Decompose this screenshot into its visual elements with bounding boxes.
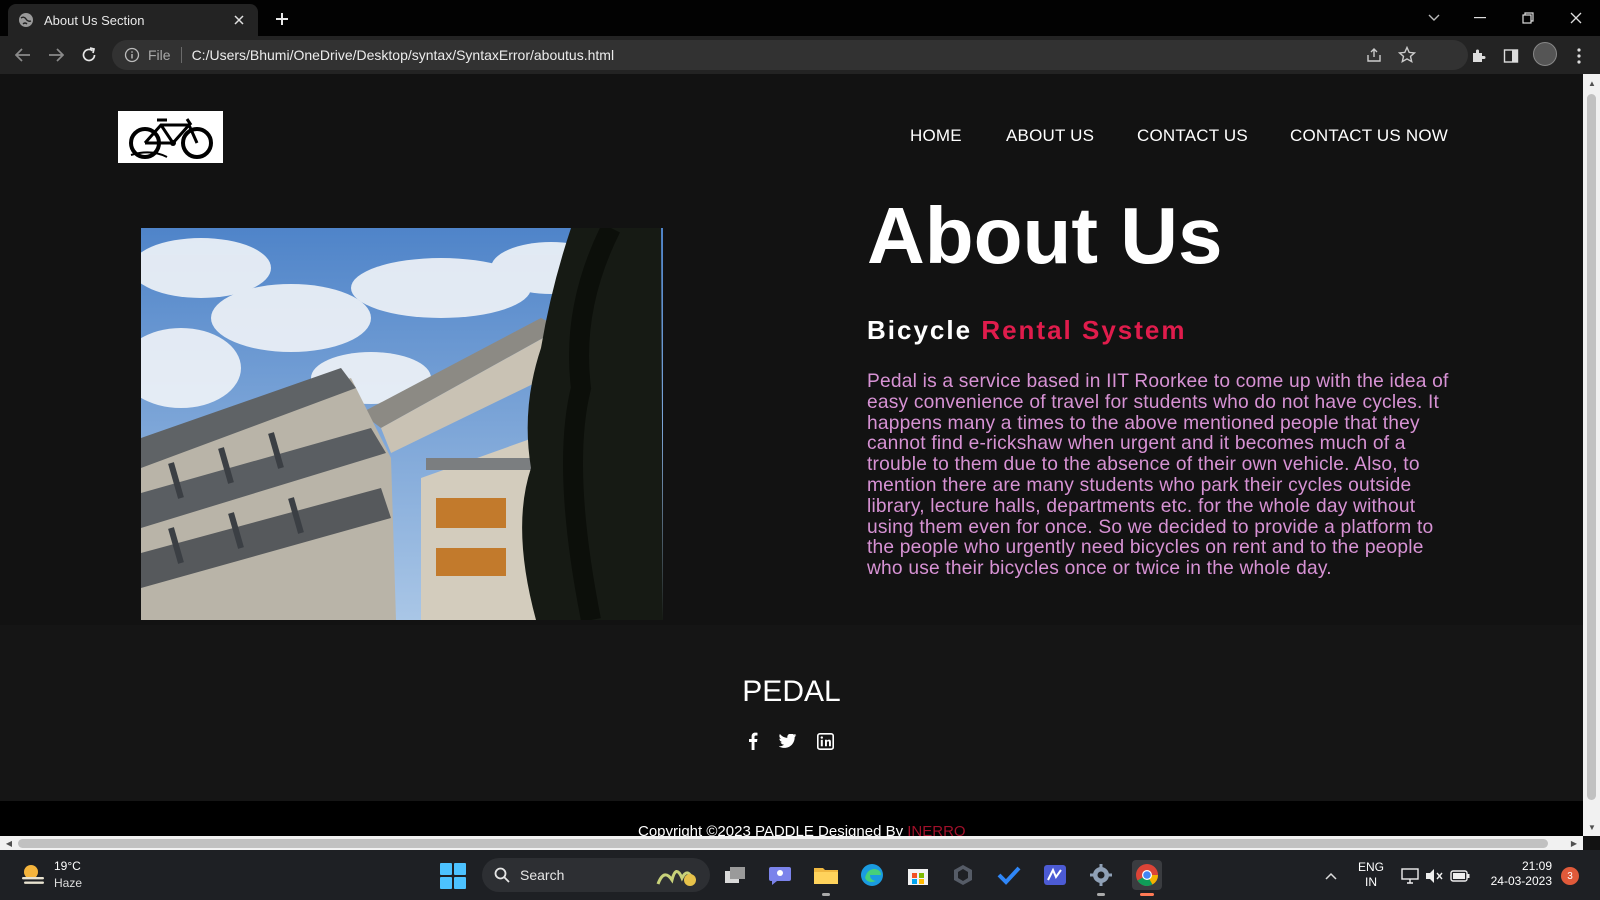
subtitle-rental-system: Rental System <box>981 315 1187 345</box>
weather-temperature[interactable]: 19°C <box>54 859 81 873</box>
minimize-button[interactable] <box>1460 4 1500 32</box>
active-indicator <box>1140 893 1154 896</box>
tab-search-chevron-icon[interactable] <box>1414 4 1454 32</box>
github-desktop-icon[interactable] <box>948 860 978 890</box>
windows-start-icon[interactable] <box>440 863 466 889</box>
twitter-icon[interactable] <box>777 730 799 752</box>
forward-button[interactable] <box>42 41 70 69</box>
tab-title: About Us Section <box>44 12 145 28</box>
scroll-down-arrow-icon[interactable]: ▼ <box>1585 820 1599 834</box>
share-icon[interactable] <box>1364 45 1384 65</box>
address-bar[interactable]: File C:/Users/Bhumi/OneDrive/Desktop/syn… <box>112 40 1468 70</box>
horizontal-scroll-thumb[interactable] <box>18 839 1548 848</box>
page-viewport: HOME ABOUT US CONTACT US CONTACT US NOW <box>0 74 1583 836</box>
facebook-icon[interactable] <box>742 730 764 752</box>
close-window-button[interactable] <box>1556 4 1596 32</box>
taskbar-clock[interactable]: 21:09 24-03-2023 <box>1482 859 1552 889</box>
globe-icon <box>18 12 34 28</box>
scroll-up-arrow-icon[interactable]: ▲ <box>1585 76 1599 90</box>
bicycle-logo-icon <box>128 118 213 159</box>
input-language[interactable]: ENG IN <box>1358 860 1384 890</box>
nav-about-us[interactable]: ABOUT US <box>1006 126 1094 146</box>
teams-chat-icon[interactable] <box>765 860 795 890</box>
side-panel-icon[interactable] <box>1500 45 1522 67</box>
url-text[interactable]: C:/Users/Bhumi/OneDrive/Desktop/syntax/S… <box>192 47 615 63</box>
clock-date: 24-03-2023 <box>1490 874 1552 888</box>
microsoft-store-icon[interactable] <box>903 860 933 890</box>
vertical-scroll-thumb[interactable] <box>1587 94 1596 800</box>
about-description: Pedal is a service based in IIT Roorkee … <box>867 371 1449 580</box>
browser-toolbar: File C:/Users/Bhumi/OneDrive/Desktop/syn… <box>0 36 1600 74</box>
tray-overflow-chevron-icon[interactable] <box>1322 867 1340 885</box>
volume-muted-icon[interactable] <box>1424 866 1444 886</box>
site-footer: PEDAL <box>0 625 1583 801</box>
browser-tab-active[interactable]: About Us Section <box>8 4 258 36</box>
extensions-puzzle-icon[interactable] <box>1467 45 1489 67</box>
lang-code: ENG <box>1358 860 1385 874</box>
info-icon[interactable] <box>124 47 140 63</box>
close-icon[interactable] <box>230 11 248 29</box>
menu-kebab-icon[interactable] <box>1568 45 1590 67</box>
task-view-icon[interactable] <box>720 860 750 890</box>
footer-brand: PEDAL <box>742 675 841 708</box>
weather-haze-icon[interactable] <box>20 862 46 888</box>
copyright-prefix: Copyright ©2023 PADDLE Designed By <box>638 823 904 836</box>
scroll-left-arrow-icon[interactable]: ◀ <box>2 836 16 850</box>
about-title: About Us <box>867 191 1223 280</box>
url-scheme-label: File <box>148 47 171 63</box>
linkedin-icon[interactable] <box>814 730 836 752</box>
subtitle-bicycle: Bicycle <box>867 315 973 345</box>
network-monitor-icon[interactable] <box>1400 866 1420 886</box>
battery-icon[interactable] <box>1450 866 1470 886</box>
settings-gear-icon[interactable] <box>1086 860 1116 896</box>
search-label: Search <box>520 867 565 883</box>
chrome-browser-icon[interactable] <box>1132 860 1162 896</box>
windows-taskbar: 19°C Haze Search ENG IN 21:09 24-03-2023… <box>0 850 1600 900</box>
edge-browser-icon[interactable] <box>857 860 887 890</box>
new-tab-button[interactable] <box>270 7 294 31</box>
copyright-text: Copyright ©2023 PADDLE Designed By INERR… <box>638 823 966 836</box>
vertical-scrollbar[interactable]: ▲ ▼ <box>1583 74 1600 836</box>
building-photo <box>141 228 663 620</box>
reload-button[interactable] <box>75 41 103 69</box>
site-logo[interactable] <box>118 111 223 163</box>
weather-condition[interactable]: Haze <box>54 876 82 890</box>
copyright-bar: Copyright ©2023 PADDLE Designed By INERR… <box>0 801 1583 836</box>
designer-link[interactable]: INERRO <box>907 823 965 836</box>
browser-tab-strip: About Us Section <box>0 0 1600 36</box>
restore-button[interactable] <box>1508 4 1548 32</box>
url-separator <box>180 47 182 63</box>
file-explorer-icon[interactable] <box>811 860 841 896</box>
visual-studio-icon[interactable] <box>1040 860 1070 890</box>
back-button[interactable] <box>9 41 37 69</box>
profile-avatar[interactable] <box>1533 42 1557 66</box>
nav-home[interactable]: HOME <box>910 126 962 146</box>
search-icon <box>494 867 510 883</box>
clock-time: 21:09 <box>1521 859 1552 873</box>
about-subtitle: Bicycle Rental System <box>867 315 1187 346</box>
todo-check-icon[interactable] <box>994 860 1024 890</box>
scroll-right-arrow-icon[interactable]: ▶ <box>1567 836 1581 850</box>
running-indicator <box>1097 893 1105 896</box>
nav-contact-us-now[interactable]: CONTACT US NOW <box>1290 126 1448 146</box>
bookmark-star-icon[interactable] <box>1397 45 1417 65</box>
running-indicator <box>822 893 830 896</box>
search-highlight-art-icon <box>656 870 696 886</box>
nav-contact-us[interactable]: CONTACT US <box>1137 126 1248 146</box>
notification-badge[interactable]: 3 <box>1561 867 1579 885</box>
horizontal-scrollbar[interactable]: ◀ ▶ <box>0 836 1583 850</box>
taskbar-search[interactable]: Search <box>482 858 710 892</box>
region-code: IN <box>1365 875 1377 889</box>
